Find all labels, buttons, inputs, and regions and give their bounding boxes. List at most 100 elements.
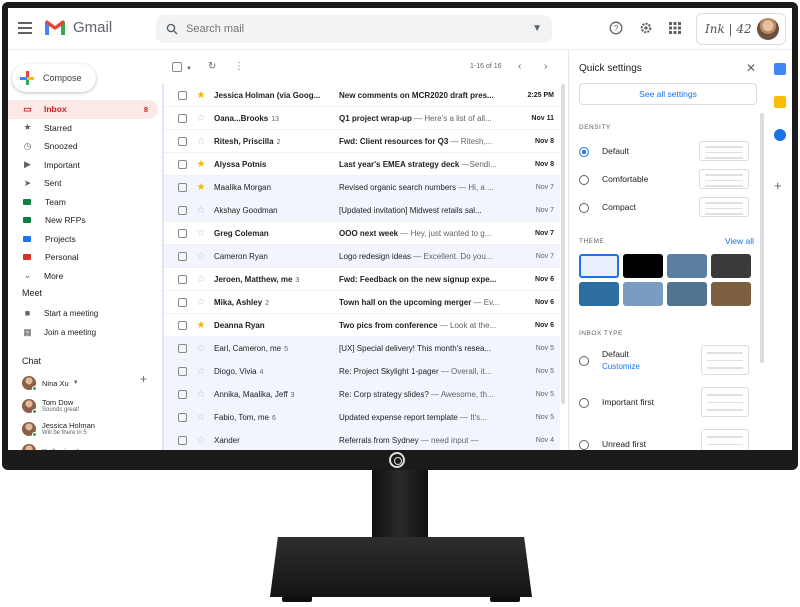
inbox-type-radio[interactable] <box>579 356 589 366</box>
sidebar-item-important[interactable]: ▶ Important <box>8 156 158 175</box>
star-icon[interactable]: ☆ <box>195 136 207 147</box>
email-row[interactable]: ☆ Earl, Cameron, me 5 [UX] Special delivery… <box>164 337 560 360</box>
chat-contact[interactable]: Jessica Holman Will be there in 5 <box>22 421 95 437</box>
email-row[interactable]: ☆ Fabio, Tom, me 6 Updated expense report t… <box>164 406 560 429</box>
density-radio-default[interactable] <box>579 147 589 157</box>
star-icon[interactable]: ☆ <box>195 389 207 400</box>
star-icon[interactable]: ★ <box>195 90 207 101</box>
theme-sea-tile[interactable] <box>579 282 619 306</box>
previous-page-icon[interactable]: ‹ <box>518 62 521 72</box>
email-checkbox[interactable] <box>178 274 187 284</box>
email-row[interactable]: ★ Alyssa Potnis Last year's EMEA strategy … <box>164 153 560 176</box>
account-switcher[interactable]: Ink | 42 <box>696 13 786 45</box>
email-checkbox[interactable] <box>178 113 187 123</box>
email-checkbox[interactable] <box>178 90 187 100</box>
email-checkbox[interactable] <box>178 297 187 307</box>
density-radio-comfortable[interactable] <box>579 175 589 185</box>
help-icon[interactable]: ? <box>608 21 624 37</box>
email-row[interactable]: ☆ Akshay Goodman [Updated invitation] Midw… <box>164 199 560 222</box>
email-row[interactable]: ☆ Diogo, Vivia 4 Re: Project Skylight 1-pag… <box>164 360 560 383</box>
sidebar-item-personal[interactable]: Personal <box>8 248 158 267</box>
new-chat-plus-icon[interactable]: + <box>140 372 147 386</box>
chat-self[interactable]: Nina Xu ▼ <box>22 376 79 391</box>
sidebar-item-more[interactable]: ⌄ More <box>8 267 158 286</box>
theme-landscape-tile[interactable] <box>667 254 707 278</box>
see-all-settings-button[interactable]: See all settings <box>579 83 757 105</box>
star-icon[interactable]: ☆ <box>195 297 207 308</box>
quick-settings-scrollbar[interactable] <box>760 113 764 363</box>
star-icon[interactable]: ☆ <box>195 412 207 423</box>
inbox-type-preview[interactable] <box>701 429 749 450</box>
email-checkbox[interactable] <box>178 159 187 169</box>
sidebar-item-new-rfps[interactable]: New RFPs <box>8 211 158 230</box>
star-icon[interactable]: ★ <box>195 182 207 193</box>
refresh-icon[interactable]: ↻ <box>208 62 216 72</box>
star-icon[interactable]: ★ <box>195 159 207 170</box>
star-icon[interactable]: ☆ <box>195 228 207 239</box>
search-icon[interactable] <box>166 23 178 35</box>
theme-texture-tile[interactable] <box>711 254 751 278</box>
star-icon[interactable]: ☆ <box>195 366 207 377</box>
calendar-icon[interactable] <box>774 63 786 75</box>
gmail-logo[interactable]: Gmail <box>44 19 112 36</box>
theme-lake-tile[interactable] <box>667 282 707 306</box>
sidebar-item-projects[interactable]: Projects <box>8 230 158 249</box>
theme-sunset-tile[interactable] <box>711 282 751 306</box>
star-icon[interactable]: ☆ <box>195 343 207 354</box>
email-checkbox[interactable] <box>178 366 187 376</box>
keep-icon[interactable] <box>774 96 786 108</box>
account-avatar[interactable] <box>757 18 779 40</box>
theme-dark-tile[interactable] <box>623 254 663 278</box>
add-addon-plus-icon[interactable]: + <box>774 178 782 193</box>
menu-icon[interactable] <box>18 22 32 34</box>
star-icon[interactable]: ☆ <box>195 435 207 446</box>
view-all-themes-link[interactable]: View all <box>725 236 754 246</box>
inbox-type-preview[interactable] <box>701 387 749 417</box>
gear-icon[interactable] <box>638 21 654 37</box>
email-row[interactable]: ★ Deanna Ryan Two pics from conference — L… <box>164 314 560 337</box>
theme-default-tile[interactable] <box>579 254 619 278</box>
email-checkbox[interactable] <box>178 182 187 192</box>
density-preview[interactable] <box>699 169 749 189</box>
select-all-checkbox[interactable] <box>172 62 182 72</box>
email-row[interactable]: ★ Maalika Morgan Revised organic search nu… <box>164 176 560 199</box>
sidebar-item-inbox[interactable]: ▭ Inbox 8 <box>8 100 158 119</box>
star-icon[interactable]: ★ <box>195 320 207 331</box>
customize-link[interactable]: Customize <box>602 362 640 371</box>
chevron-down-icon[interactable]: ▼ <box>73 380 79 386</box>
inbox-type-radio[interactable] <box>579 440 589 450</box>
email-row[interactable]: ☆ Greg Coleman OOO next week — Hey, just w… <box>164 222 560 245</box>
email-checkbox[interactable] <box>178 320 187 330</box>
chat-contact[interactable]: Tom Dow Sounds great! <box>22 398 79 414</box>
close-icon[interactable]: ✕ <box>746 61 756 75</box>
compose-button[interactable]: Compose <box>12 64 96 92</box>
email-checkbox[interactable] <box>178 412 187 422</box>
email-row[interactable]: ☆ Oana...Brooks 13 Q1 project wrap-up — Her… <box>164 107 560 130</box>
sidebar-item-snoozed[interactable]: ◷ Snoozed <box>8 137 158 156</box>
email-row[interactable]: ☆ Annika, Maalika, Jeff 3 Re: Corp strategy… <box>164 383 560 406</box>
density-preview[interactable] <box>699 141 749 161</box>
apps-grid-icon[interactable] <box>667 21 683 37</box>
more-options-icon[interactable]: ⋮ <box>234 62 244 72</box>
next-page-icon[interactable]: › <box>544 62 547 72</box>
sidebar-item-team[interactable]: Team <box>8 193 158 212</box>
star-icon[interactable]: ☆ <box>195 274 207 285</box>
star-icon[interactable]: ☆ <box>195 205 207 216</box>
email-row[interactable]: ☆ Jeroen, Matthew, me 3 Fwd: Feedback on th… <box>164 268 560 291</box>
inbox-type-radio[interactable] <box>579 398 589 408</box>
email-checkbox[interactable] <box>178 251 187 261</box>
density-radio-compact[interactable] <box>579 203 589 213</box>
email-checkbox[interactable] <box>178 435 187 445</box>
email-checkbox[interactable] <box>178 343 187 353</box>
email-checkbox[interactable] <box>178 228 187 238</box>
meet-item[interactable]: ▦ Join a meeting <box>22 327 96 338</box>
search-options-icon[interactable]: ▼ <box>532 23 542 34</box>
email-checkbox[interactable] <box>178 136 187 146</box>
email-row[interactable]: ☆ Xander Referrals from Sydney — need inpu… <box>164 429 560 450</box>
email-row[interactable]: ★ Jessica Holman (via Goog... New comments… <box>164 84 560 107</box>
select-dropdown-icon[interactable]: ▼ <box>186 64 192 74</box>
email-row[interactable]: ☆ Mika, Ashley 2 Town hall on the upcoming … <box>164 291 560 314</box>
email-checkbox[interactable] <box>178 389 187 399</box>
search-input[interactable] <box>186 23 506 35</box>
density-preview[interactable] <box>699 197 749 217</box>
